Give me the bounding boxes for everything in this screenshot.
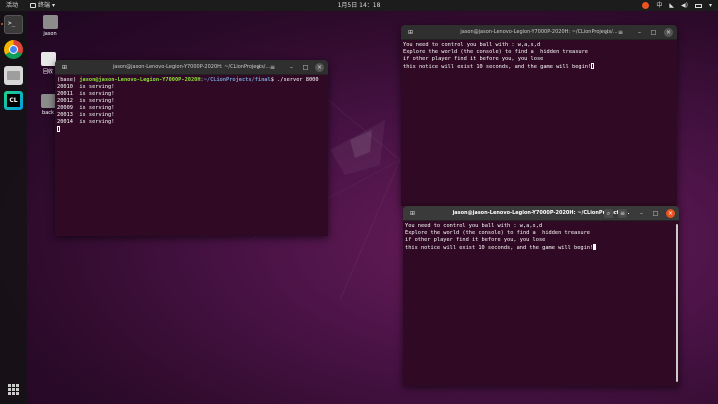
scrollbar[interactable] — [676, 224, 678, 382]
dock: >_ CL — [0, 11, 27, 404]
window-titlebar[interactable]: ⊞ jason@jason-Lenovo-Legion-Y7000P-2020H… — [403, 206, 679, 221]
maximize-icon[interactable]: □ — [651, 209, 660, 218]
terminal-window-client-2[interactable]: ⊞ jason@jason-Lenovo-Legion-Y7000P-2020H… — [403, 206, 679, 386]
system-tray[interactable]: 中 ◣ ◀) ▾ — [642, 0, 712, 11]
volume-icon[interactable]: ◀) — [681, 0, 688, 11]
terminal-output[interactable]: (base) jason@jason-Lenovo-Legion-Y7000P-… — [55, 75, 328, 136]
terminal-output[interactable]: You need to control you ball with : w,a,… — [403, 221, 679, 254]
desktop-icon-label: 回收 — [42, 69, 53, 75]
hamburger-menu-icon[interactable]: ≡ — [268, 63, 277, 72]
search-icon[interactable]: ⌕ — [602, 28, 611, 37]
input-method-indicator[interactable]: 中 — [656, 0, 662, 11]
maximize-icon[interactable]: □ — [649, 28, 658, 37]
app-menu[interactable]: 终端 ▾ — [30, 0, 55, 11]
terminal-app-icon — [30, 3, 36, 8]
output-line: 20011 is serving! — [57, 91, 115, 97]
output-line: 20012 is serving! — [57, 98, 115, 104]
output-line: 20013 is serving! — [57, 112, 115, 118]
app-indicator-icon[interactable] — [642, 2, 650, 9]
output-line: 20014 is serving! — [57, 119, 115, 125]
close-icon[interactable]: × — [664, 28, 673, 37]
window-titlebar[interactable]: ⊞ jason@jason-Lenovo-Legion-Y7000P-2020H… — [55, 60, 328, 75]
app-menu-label: 终端 — [38, 2, 51, 9]
desktop-icon-label: back — [42, 110, 54, 116]
text-cursor — [593, 244, 597, 250]
chevron-down-icon: ▾ — [52, 2, 56, 9]
output-line: Explore the world (the console) to find … — [403, 49, 588, 55]
output-line: if other player find it before you, you … — [405, 237, 546, 243]
terminal-output[interactable]: You need to control you ball with : w,a,… — [401, 40, 677, 73]
minimize-icon[interactable]: – — [635, 28, 644, 37]
terminal-window-client-1[interactable]: ⊞ jason@jason-Lenovo-Legion-Y7000P-2020H… — [401, 25, 677, 206]
chrome-center-icon — [9, 45, 18, 54]
output-line: this notice will exist 10 seconds, and t… — [403, 64, 592, 70]
battery-icon[interactable] — [694, 3, 702, 8]
top-bar: 活动 终端 ▾ 1月5日 14：18 中 ◣ ◀) ▾ — [0, 0, 718, 11]
hamburger-menu-icon[interactable]: ≡ — [616, 28, 625, 37]
clion-logo-icon: CL — [7, 94, 20, 107]
home-folder-icon — [42, 15, 58, 29]
maximize-icon[interactable]: □ — [301, 63, 310, 72]
close-icon[interactable]: × — [315, 63, 324, 72]
power-menu-icon[interactable]: ▾ — [709, 0, 712, 11]
output-line: this notice will exist 10 seconds, and t… — [405, 245, 594, 251]
files-dock-icon[interactable] — [4, 66, 23, 85]
folder-icon — [7, 71, 20, 80]
clion-dock-icon[interactable]: CL — [4, 91, 23, 110]
minimize-icon[interactable]: – — [287, 63, 296, 72]
prompt-path: :~/CLionProjects/final — [200, 77, 271, 83]
output-line: if other player find it before you, you … — [403, 56, 544, 62]
chrome-dock-icon[interactable] — [4, 40, 23, 59]
command-text: $ ./server 8000 — [270, 77, 319, 83]
desktop-icon-home[interactable]: jason — [38, 15, 62, 37]
output-line: 20010 is serving! — [57, 84, 115, 90]
text-cursor — [57, 126, 60, 132]
prompt-user: jason@jason-Lenovo-Legion-Y7000P-2020H — [79, 77, 201, 83]
desktop-icon-label: jason — [43, 31, 57, 37]
minimize-icon[interactable]: – — [637, 209, 646, 218]
active-app-indicator — [1, 23, 3, 25]
folder-icon — [40, 94, 56, 108]
output-line: Explore the world (the console) to find … — [405, 230, 590, 236]
search-icon[interactable]: ⌕ — [604, 209, 613, 218]
trash-icon — [40, 52, 56, 66]
activities-button[interactable]: 活动 — [6, 0, 18, 11]
terminal-dock-icon[interactable]: >_ — [4, 15, 23, 34]
prompt-prefix: (base) — [57, 77, 80, 83]
terminal-window-server[interactable]: ⊞ jason@jason-Lenovo-Legion-Y7000P-2020H… — [55, 60, 328, 236]
search-icon[interactable]: ⌕ — [254, 63, 263, 72]
close-icon[interactable]: × — [666, 209, 675, 218]
show-applications-icon[interactable] — [8, 384, 19, 395]
network-icon[interactable]: ◣ — [669, 0, 674, 11]
text-cursor — [591, 63, 595, 69]
terminal-prompt-icon: >_ — [8, 20, 16, 27]
hamburger-menu-icon[interactable]: ≡ — [618, 209, 627, 218]
clock[interactable]: 1月5日 14：18 — [338, 0, 381, 11]
window-titlebar[interactable]: ⊞ jason@jason-Lenovo-Legion-Y7000P-2020H… — [401, 25, 677, 40]
output-line: You need to control you ball with : w,a,… — [403, 42, 541, 48]
output-line: You need to control you ball with : w,a,… — [405, 223, 543, 229]
output-line: 20009 is serving! — [57, 105, 115, 111]
